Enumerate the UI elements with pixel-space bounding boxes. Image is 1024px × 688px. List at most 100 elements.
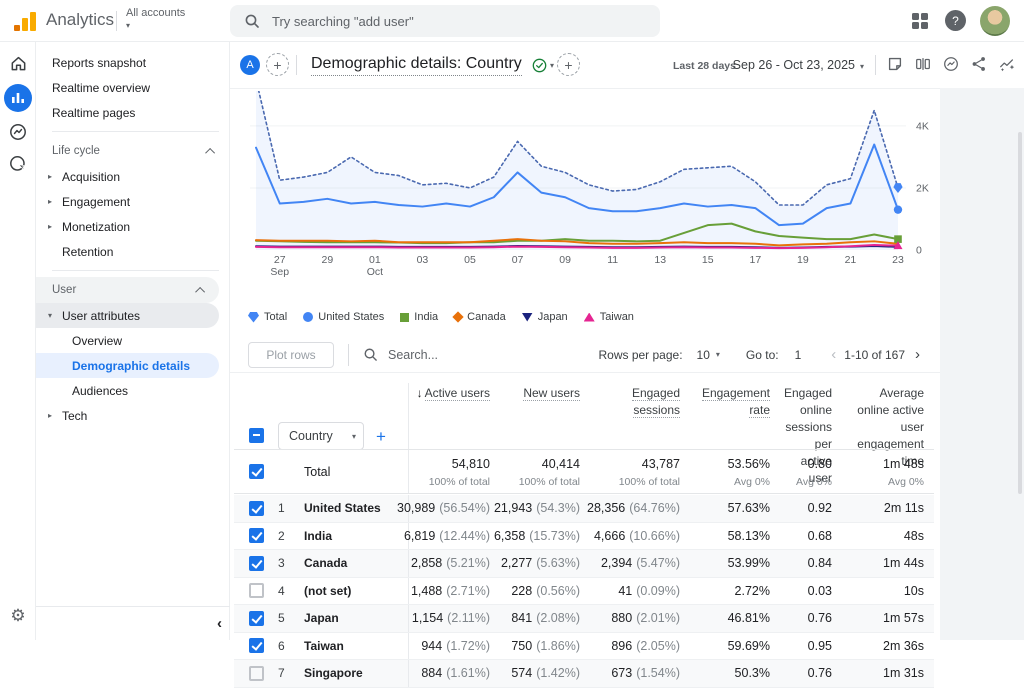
sidebar-item-demographic-details-selected[interactable]: Demographic details: [36, 353, 219, 378]
row-rank: 5: [278, 605, 304, 632]
help-icon[interactable]: ?: [945, 10, 966, 31]
add-report-icon[interactable]: +: [266, 53, 289, 76]
section-header-user[interactable]: User: [36, 277, 219, 303]
svg-text:05: 05: [464, 254, 476, 266]
divider: [52, 270, 219, 271]
add-comparison-icon[interactable]: +: [557, 53, 580, 76]
sidebar-item-user-attributes[interactable]: ▾User attributes: [36, 303, 219, 328]
chevron-up-icon: [195, 286, 205, 296]
vertical-scrollbar[interactable]: [1018, 132, 1022, 494]
engagement-rate-value: 2.72%: [690, 578, 780, 605]
sessions-per-user-value: 0.95: [780, 633, 842, 660]
apps-grid-icon[interactable]: [912, 13, 928, 29]
active-users-percent: (1.61%): [446, 666, 490, 680]
report-header: A + Demographic details: Country ▾ + Las…: [230, 42, 1024, 88]
new-users-percent: (2.08%): [536, 611, 580, 625]
check-circle-icon: [532, 58, 547, 73]
report-title[interactable]: Demographic details: Country: [311, 55, 522, 76]
dimension-select[interactable]: Country▾: [278, 422, 364, 450]
row-checkbox[interactable]: [249, 583, 264, 598]
svg-text:03: 03: [417, 254, 429, 266]
engagement-rate-value: 50.3%: [690, 660, 780, 687]
engaged-sessions-value: 4,666: [594, 529, 625, 543]
row-checkbox[interactable]: [249, 528, 264, 543]
note-icon[interactable]: [886, 55, 906, 75]
legend-item-india[interactable]: India: [400, 311, 438, 323]
collapse-sidebar-icon[interactable]: ‹: [217, 615, 222, 632]
engagement-rate-value: 46.81%: [690, 605, 780, 632]
explore-icon[interactable]: [0, 122, 36, 142]
row-checkbox[interactable]: [249, 611, 264, 626]
user-avatar[interactable]: [980, 6, 1010, 36]
sidebar-item-realtime-overview[interactable]: Realtime overview: [36, 75, 229, 100]
sessions-per-user-value: 0.76: [780, 605, 842, 632]
active-users-percent: (12.44%): [439, 529, 490, 543]
sidebar-item-realtime-pages[interactable]: Realtime pages: [36, 100, 229, 125]
row-country: Japan: [304, 605, 408, 632]
legend-item-japan[interactable]: Japan: [522, 311, 568, 323]
active-users-value: 2,858: [411, 556, 442, 570]
svg-text:4K: 4K: [916, 120, 929, 132]
date-range-picker[interactable]: Sep 26 - Oct 23, 2025▾: [733, 58, 864, 72]
sessions-per-user-value: 0.68: [780, 523, 842, 550]
active-users-percent: (2.11%): [447, 611, 490, 625]
table-search-input[interactable]: Search...: [363, 347, 438, 362]
sidebar-item-overview[interactable]: Overview: [36, 328, 229, 353]
svg-text:15: 15: [702, 254, 714, 266]
sidebar-item-acquisition[interactable]: ▸Acquisition: [36, 164, 229, 189]
svg-text:11: 11: [607, 254, 618, 266]
home-icon[interactable]: [0, 54, 36, 73]
share-icon[interactable]: [970, 55, 990, 75]
row-country: Taiwan: [304, 633, 408, 660]
sidebar-item-monetization[interactable]: ▸Monetization: [36, 214, 229, 239]
select-all-checkbox[interactable]: [249, 428, 264, 443]
sidebar-item-engagement[interactable]: ▸Engagement: [36, 189, 229, 214]
svg-text:27: 27: [274, 254, 286, 266]
insights-icon[interactable]: [942, 55, 962, 75]
svg-text:29: 29: [321, 254, 333, 266]
search-icon: [244, 13, 260, 29]
plot-rows-button[interactable]: Plot rows: [248, 342, 334, 368]
row-checkbox[interactable]: [249, 638, 264, 653]
active-users-value: 1,154: [412, 611, 443, 625]
next-page-icon[interactable]: ›: [907, 346, 928, 363]
table-row: 1 United States 30,989(56.54%) 21,943(54…: [234, 495, 934, 523]
account-switcher[interactable]: All accounts ▾: [126, 7, 185, 32]
admin-gear-icon[interactable]: ⚙: [0, 606, 36, 626]
sidebar-item-tech[interactable]: ▸Tech: [36, 403, 229, 428]
reports-icon[interactable]: [0, 91, 36, 105]
previous-page-icon[interactable]: ‹: [823, 346, 844, 363]
new-users-percent: (15.73%): [529, 529, 580, 543]
workspace-avatar[interactable]: A: [240, 55, 260, 75]
new-users-value: 228: [511, 584, 532, 598]
legend-item-united-states[interactable]: United States: [303, 311, 384, 323]
sidebar-item-audiences[interactable]: Audiences: [36, 378, 229, 403]
comparison-icon[interactable]: [914, 55, 934, 75]
advertising-icon[interactable]: [0, 154, 36, 174]
engaged-sessions-value: 41: [618, 584, 632, 598]
sidebar-item-reports-snapshot[interactable]: Reports snapshot: [36, 50, 229, 75]
report-saved-badge[interactable]: ▾: [527, 56, 559, 75]
row-checkbox[interactable]: [249, 556, 264, 571]
row-rank: 1: [278, 495, 304, 522]
add-dimension-icon[interactable]: +: [376, 427, 386, 447]
sparkline-insights-icon[interactable]: [998, 55, 1018, 75]
legend-item-total[interactable]: Total: [248, 311, 287, 323]
row-checkbox[interactable]: [249, 501, 264, 516]
row-country: United States: [304, 495, 408, 522]
chevron-right-icon: ▸: [48, 172, 62, 181]
sidebar-item-retention[interactable]: Retention: [36, 239, 229, 264]
legend-item-canada[interactable]: Canada: [454, 311, 506, 323]
engagement-time-value: 1m 31s: [842, 660, 934, 687]
rows-per-page-select[interactable]: 10: [697, 348, 710, 362]
section-header-life-cycle[interactable]: Life cycle: [36, 138, 229, 164]
row-checkbox[interactable]: [249, 666, 264, 681]
engagement-rate-value: 58.13%: [690, 523, 780, 550]
legend-marker: [400, 313, 409, 322]
divider: [348, 344, 349, 366]
go-to-page-input[interactable]: 1: [795, 348, 802, 362]
caret-down-icon[interactable]: ▾: [716, 350, 720, 359]
legend-item-taiwan[interactable]: Taiwan: [584, 311, 634, 323]
global-search-input[interactable]: Try searching "add user": [230, 5, 660, 37]
total-row-checkbox[interactable]: [249, 464, 264, 479]
